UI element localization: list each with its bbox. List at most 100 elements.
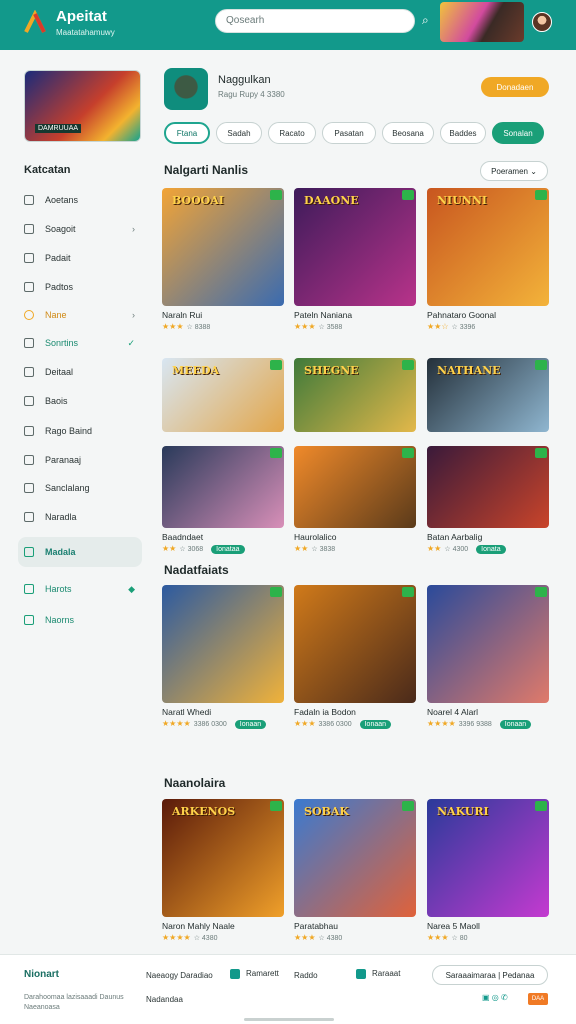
game-card[interactable]: Baadndaet ★★ ☆ 3068 Ionataa	[162, 446, 284, 554]
game-card[interactable]: NAKURI Narea 5 Maoll ★★★ ☆ 80	[427, 799, 549, 942]
game-thumbnail[interactable]: NIUNNI	[427, 188, 549, 306]
game-title[interactable]: Haurolalico	[294, 532, 416, 542]
sidebar-item[interactable]: Rago Baind	[24, 422, 139, 440]
game-card[interactable]: SOBAK Paratabhau ★★★ ☆ 4380	[294, 799, 416, 942]
game-title[interactable]: Pateln Naniana	[294, 310, 416, 320]
game-title[interactable]: Baadndaet	[162, 532, 284, 542]
filter-chip[interactable]: Pasatan	[322, 122, 376, 144]
game-title[interactable]: Paratabhau	[294, 921, 416, 931]
game-card[interactable]: ARKENOS Naron Mahly Naale ★★★★ ☆ 4380	[162, 799, 284, 942]
game-meta: ★★ ☆ 3068 Ionataa	[162, 544, 284, 554]
game-thumbnail[interactable]: SOBAK	[294, 799, 416, 917]
install-button[interactable]: Ionata	[476, 545, 506, 554]
sidebar-item[interactable]: Aoetans	[24, 191, 139, 209]
game-thumbnail[interactable]: DAAONE	[294, 188, 416, 306]
rating-count: 3396 9388	[458, 721, 492, 728]
game-card[interactable]: Haurolalico ★★ ☆ 3838	[294, 446, 416, 553]
game-meta: ★★★ ☆ 8388	[162, 322, 284, 331]
game-thumbnail[interactable]: NAKURI	[427, 799, 549, 917]
game-card[interactable]: Naratl Whedi ★★★★ 3386 0300 Ionaan	[162, 585, 284, 729]
game-thumbnail[interactable]: BOOOAI	[162, 188, 284, 306]
sidebar-item[interactable]: Madala	[18, 537, 142, 567]
search-icon[interactable]: ⌕	[422, 13, 429, 28]
game-thumbnail[interactable]	[162, 585, 284, 703]
footer-link[interactable]: Ramarett	[230, 969, 279, 979]
game-title[interactable]: Fadaln ia Bodon	[294, 707, 416, 717]
game-thumbnail[interactable]	[294, 446, 416, 528]
menu-icon	[24, 547, 34, 557]
sidebar-item[interactable]: Padtos	[24, 278, 139, 296]
social-icons[interactable]: ▣ ◎ ✆	[482, 993, 508, 1002]
filter-chip[interactable]: Baddes	[440, 122, 486, 144]
game-thumbnail[interactable]	[427, 585, 549, 703]
game-thumbnail[interactable]	[294, 585, 416, 703]
sidebar-item[interactable]: Naradla	[24, 508, 139, 526]
sidebar-item[interactable]: Deitaal	[24, 363, 139, 381]
footer: Nionart Darahoomaa lazisaaadi Daunus Nae…	[0, 954, 576, 1024]
featured-banner[interactable]	[440, 2, 524, 42]
game-card[interactable]: SHEGNE	[294, 358, 416, 432]
brand-name[interactable]: Apeitat Maatatahamuwy	[56, 9, 115, 40]
game-card[interactable]: Fadaln ia Bodon ★★★ 3386 0300 Ionaan	[294, 585, 416, 729]
sidebar-item[interactable]: Harots ◆	[24, 580, 139, 598]
sidebar-item-label: Naradla	[45, 512, 77, 522]
game-thumbnail[interactable]	[162, 446, 284, 528]
game-card[interactable]: NATHANE	[427, 358, 549, 432]
sidebar-item[interactable]: Naorns	[24, 611, 139, 629]
game-title[interactable]: Naron Mahly Naale	[162, 921, 284, 931]
menu-icon	[24, 512, 34, 522]
filter-chip[interactable]: Racato	[268, 122, 316, 144]
game-meta: ★★★★ 3396 9388 Ionaan	[427, 719, 549, 729]
sort-dropdown[interactable]: Poeramen ⌄	[480, 161, 548, 181]
game-card[interactable]: Batan Aarbalig ★★ ☆ 4300 Ionata	[427, 446, 549, 554]
game-title[interactable]: Narea 5 Maoll	[427, 921, 549, 931]
game-thumbnail[interactable]: SHEGNE	[294, 358, 416, 432]
game-title[interactable]: Naraln Rui	[162, 310, 284, 320]
footer-link[interactable]: Raraaat	[356, 969, 400, 979]
sidebar-item[interactable]: Soagoit ›	[24, 220, 139, 238]
game-thumbnail[interactable]: ARKENOS	[162, 799, 284, 917]
game-card[interactable]: NIUNNI Pahnataro Goonal ★★☆ ☆ 3396	[427, 188, 549, 331]
footer-link[interactable]: Nadandaa	[146, 995, 183, 1004]
search-input[interactable]: Qosearh	[215, 9, 415, 33]
filter-chip[interactable]: Sonalan	[492, 122, 544, 144]
scrollbar[interactable]	[244, 1018, 334, 1021]
rating-stars: ★★☆	[427, 322, 449, 331]
rating-stars: ★★★	[162, 322, 184, 331]
game-card[interactable]: DAAONE Pateln Naniana ★★★ ☆ 3588	[294, 188, 416, 331]
game-title[interactable]: Batan Aarbalig	[427, 532, 549, 542]
install-button[interactable]: Ionaan	[234, 720, 267, 729]
grid-icon	[230, 969, 240, 979]
install-button[interactable]: Ionataa	[211, 545, 245, 554]
footer-link[interactable]: Raddo	[294, 971, 318, 980]
filter-chip[interactable]: Sadah	[216, 122, 262, 144]
avatar[interactable]	[532, 12, 552, 32]
game-card[interactable]: Noarel 4 Alarl ★★★★ 3396 9388 Ionaan	[427, 585, 549, 729]
game-thumbnail[interactable]: NATHANE	[427, 358, 549, 432]
game-card[interactable]: BOOOAI Naraln Rui ★★★ ☆ 8388	[162, 188, 284, 331]
game-thumbnail[interactable]: MEEDA	[162, 358, 284, 432]
game-title[interactable]: Pahnataro Goonal	[427, 310, 549, 320]
sidebar-item[interactable]: Sanclalang	[24, 479, 139, 497]
play-button[interactable]: Donadaen	[481, 77, 549, 97]
sidebar-banner[interactable]: DAMRUUAA	[24, 70, 141, 142]
install-button[interactable]: Ionaan	[359, 720, 392, 729]
game-thumbnail[interactable]	[427, 446, 549, 528]
footer-link[interactable]: Naeaogy Daradiao	[146, 971, 213, 980]
game-meta: ★★★ 3386 0300 Ionaan	[294, 719, 416, 729]
game-title[interactable]: Noarel 4 Alarl	[427, 707, 549, 717]
sidebar-item[interactable]: Nane ›	[24, 306, 139, 324]
newsletter-input[interactable]: Saraaaimaraa | Pedanaa	[432, 965, 548, 985]
sidebar-item[interactable]: Baois	[24, 392, 139, 410]
sidebar-item[interactable]: Paranaaj	[24, 451, 139, 469]
menu-icon	[24, 224, 34, 234]
sidebar-item[interactable]: Padait	[24, 249, 139, 267]
sidebar-item[interactable]: Sonrtins ✓	[24, 334, 139, 352]
install-button[interactable]: Ionaan	[499, 720, 532, 729]
filter-chip[interactable]: Beosana	[382, 122, 434, 144]
sidebar: DAMRUUAA Katcatan Aoetans Soagoit › Padait P…	[0, 50, 150, 950]
game-card[interactable]: MEEDA	[162, 358, 284, 432]
game-title[interactable]: Naratl Whedi	[162, 707, 284, 717]
filter-chip[interactable]: Ftana	[164, 122, 210, 144]
game-subtitle: Ragu Rupy 4 3380	[218, 90, 285, 99]
